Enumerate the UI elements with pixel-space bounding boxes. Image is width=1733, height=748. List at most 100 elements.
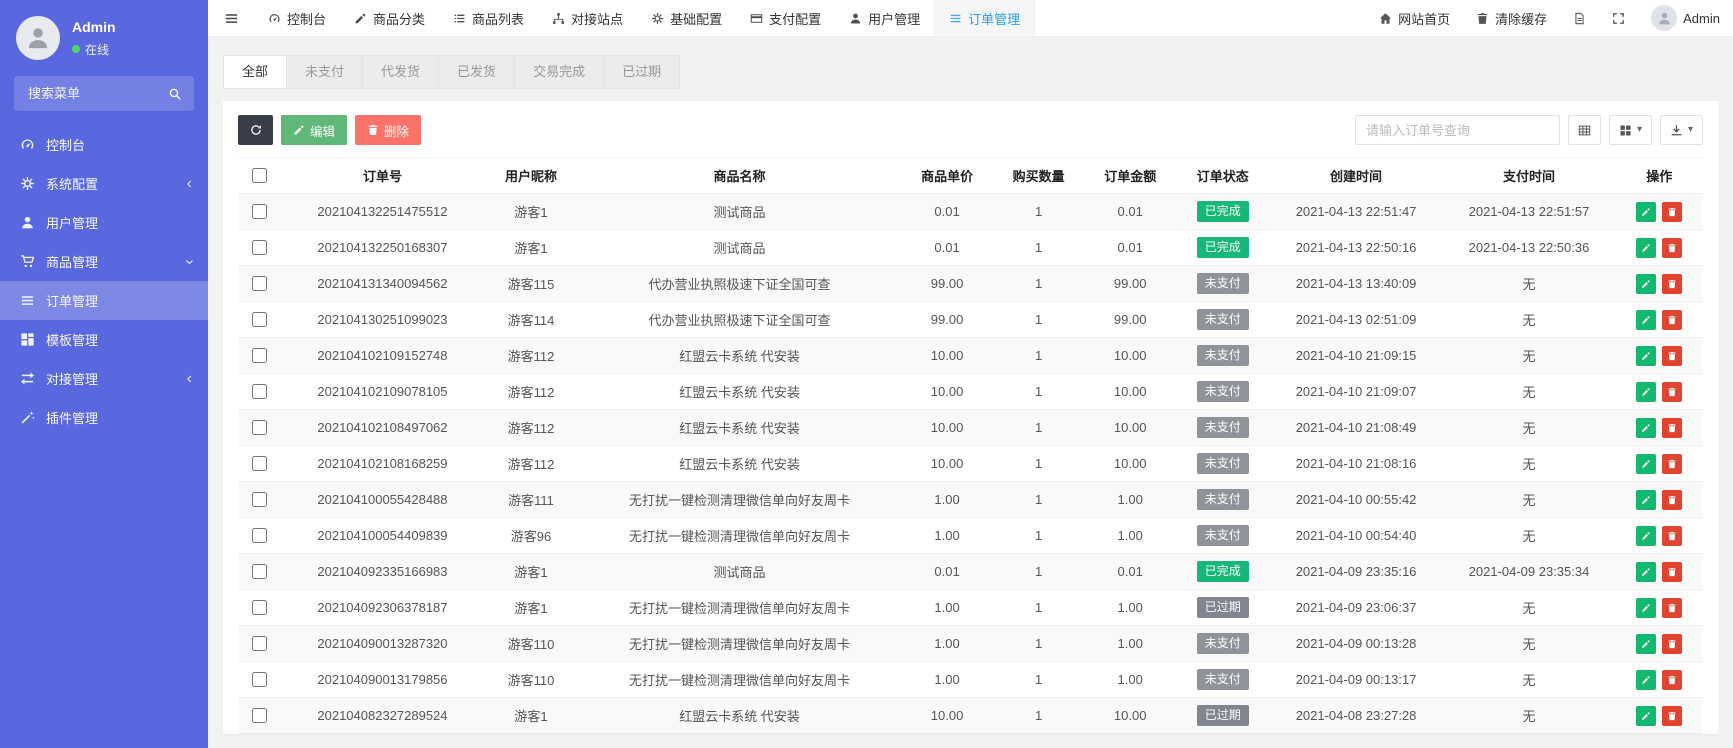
row-edit-button[interactable]	[1636, 309, 1657, 330]
topnav-item-goods-category[interactable]: 商品分类	[340, 0, 439, 36]
notes-button[interactable]	[1560, 0, 1599, 36]
sidebar-item-goods-management[interactable]: 商品管理 ‹	[0, 242, 208, 281]
row-delete-button[interactable]	[1662, 597, 1683, 618]
row-delete-button[interactable]	[1662, 417, 1683, 438]
tab-to-deliver[interactable]: 代发货	[363, 55, 440, 89]
row-edit-button[interactable]	[1636, 561, 1657, 582]
topnav-item-payment-config[interactable]: 支付配置	[736, 0, 835, 36]
row-delete-button[interactable]	[1662, 525, 1683, 546]
row-edit-button[interactable]	[1636, 669, 1657, 690]
row-delete-button[interactable]	[1662, 201, 1683, 222]
cell-order-no: 202104102108497062	[280, 409, 485, 446]
topnav-item-basic-config[interactable]: 基础配置	[637, 0, 736, 36]
tab-expired[interactable]: 已过期	[604, 55, 681, 89]
cell-amount: 0.01	[1084, 553, 1176, 590]
row-delete-button[interactable]	[1662, 453, 1683, 474]
row-checkbox[interactable]	[252, 672, 268, 687]
menu-search-input[interactable]	[26, 85, 168, 102]
user-profile[interactable]: Admin 在线	[0, 0, 208, 70]
tab-unpaid[interactable]: 未支付	[287, 55, 364, 89]
row-delete-button[interactable]	[1662, 705, 1683, 726]
cell-unit-price: 10.00	[901, 373, 993, 410]
refresh-button[interactable]	[238, 115, 273, 145]
cell-unit-price: 1.00	[901, 517, 993, 554]
topnav-item-goods-list[interactable]: 商品列表	[439, 0, 538, 36]
row-edit-button[interactable]	[1636, 381, 1657, 402]
print-button[interactable]	[1567, 115, 1601, 145]
row-edit-button[interactable]	[1636, 273, 1657, 294]
row-checkbox[interactable]	[252, 564, 268, 579]
trash-icon	[1667, 207, 1677, 217]
row-delete-button[interactable]	[1662, 345, 1683, 366]
row-edit-button[interactable]	[1636, 597, 1657, 618]
cell-amount: 10.00	[1084, 697, 1176, 734]
export-button[interactable]: ▾	[1659, 115, 1703, 145]
cell-nickname: 游客1	[484, 589, 578, 626]
sidebar-item-dashboard[interactable]: 控制台	[0, 125, 208, 164]
tab-all[interactable]: 全部	[223, 55, 288, 89]
row-checkbox[interactable]	[252, 276, 268, 291]
row-checkbox[interactable]	[252, 600, 268, 615]
row-checkbox[interactable]	[252, 204, 268, 219]
menu-search[interactable]	[14, 76, 194, 111]
row-delete-button[interactable]	[1662, 489, 1683, 510]
row-delete-button[interactable]	[1662, 309, 1683, 330]
clear-cache-label: 清除缓存	[1495, 11, 1548, 27]
row-delete-button[interactable]	[1662, 669, 1683, 690]
edit-button[interactable]: 编辑	[281, 115, 348, 145]
sidebar-item-template-management[interactable]: 模板管理	[0, 320, 208, 359]
row-delete-button[interactable]	[1662, 273, 1683, 294]
caret-down-icon: ▾	[1636, 124, 1642, 135]
menu-toggle-button[interactable]	[208, 0, 254, 36]
row-edit-button[interactable]	[1636, 525, 1657, 546]
tab-completed[interactable]: 交易完成	[515, 55, 605, 89]
sidebar-item-docking-management[interactable]: 对接管理 ‹	[0, 359, 208, 398]
cell-nickname: 游客96	[484, 517, 578, 554]
row-checkbox[interactable]	[252, 636, 268, 651]
sidebar-item-plugin-management[interactable]: 插件管理	[0, 398, 208, 437]
row-checkbox[interactable]	[252, 708, 268, 723]
site-home-link[interactable]: 网站首页	[1366, 0, 1463, 36]
topnav-item-docking-site[interactable]: 对接站点	[538, 0, 637, 36]
row-edit-button[interactable]	[1636, 633, 1657, 654]
row-edit-button[interactable]	[1636, 453, 1657, 474]
app: Admin 在线 控制台系统配置 ‹ 用户管理商品管理 ‹ 订单管理模板管理对接管理 ‹ 插…	[0, 0, 1733, 748]
row-checkbox[interactable]	[252, 240, 268, 255]
row-delete-button[interactable]	[1662, 237, 1683, 258]
sidebar-item-system-config[interactable]: 系统配置 ‹	[0, 164, 208, 203]
topnav-item-user-management[interactable]: 用户管理	[835, 0, 934, 36]
row-delete-button[interactable]	[1662, 633, 1683, 654]
row-delete-button[interactable]	[1662, 381, 1683, 402]
fullscreen-button[interactable]	[1599, 0, 1638, 36]
row-edit-button[interactable]	[1636, 489, 1657, 510]
status-badge: 已过期	[1196, 596, 1249, 619]
cell-paid-time: 无	[1442, 337, 1616, 374]
row-checkbox[interactable]	[252, 348, 268, 363]
select-all-checkbox[interactable]	[252, 168, 268, 183]
user-menu[interactable]: Admin	[1638, 0, 1733, 36]
row-checkbox[interactable]	[252, 528, 268, 543]
row-edit-button[interactable]	[1636, 417, 1657, 438]
tab-delivered[interactable]: 已发货	[439, 55, 516, 89]
row-edit-button[interactable]	[1636, 201, 1657, 222]
clear-cache-link[interactable]: 清除缓存	[1463, 0, 1560, 36]
row-delete-button[interactable]	[1662, 561, 1683, 582]
columns-filter-button[interactable]: ▾	[1608, 115, 1652, 145]
topnav-item-order-management[interactable]: 订单管理	[934, 0, 1036, 36]
trash-icon	[1667, 423, 1677, 433]
row-checkbox[interactable]	[252, 456, 268, 471]
order-search-input[interactable]	[1354, 115, 1560, 145]
row-checkbox[interactable]	[252, 420, 268, 435]
row-checkbox[interactable]	[252, 384, 268, 399]
row-checkbox[interactable]	[252, 312, 268, 327]
row-checkbox[interactable]	[252, 492, 268, 507]
topnav-item-dashboard[interactable]: 控制台	[254, 0, 340, 36]
sidebar-item-user-management[interactable]: 用户管理	[0, 203, 208, 242]
row-edit-button[interactable]	[1636, 237, 1657, 258]
sidebar-item-order-management[interactable]: 订单管理	[0, 281, 208, 320]
row-edit-button[interactable]	[1636, 345, 1657, 366]
delete-button[interactable]: 删除	[355, 115, 422, 145]
col-header-status: 订单状态	[1175, 157, 1270, 194]
row-edit-button[interactable]	[1636, 705, 1657, 726]
cell-order-no: 202104132250168307	[280, 229, 485, 266]
